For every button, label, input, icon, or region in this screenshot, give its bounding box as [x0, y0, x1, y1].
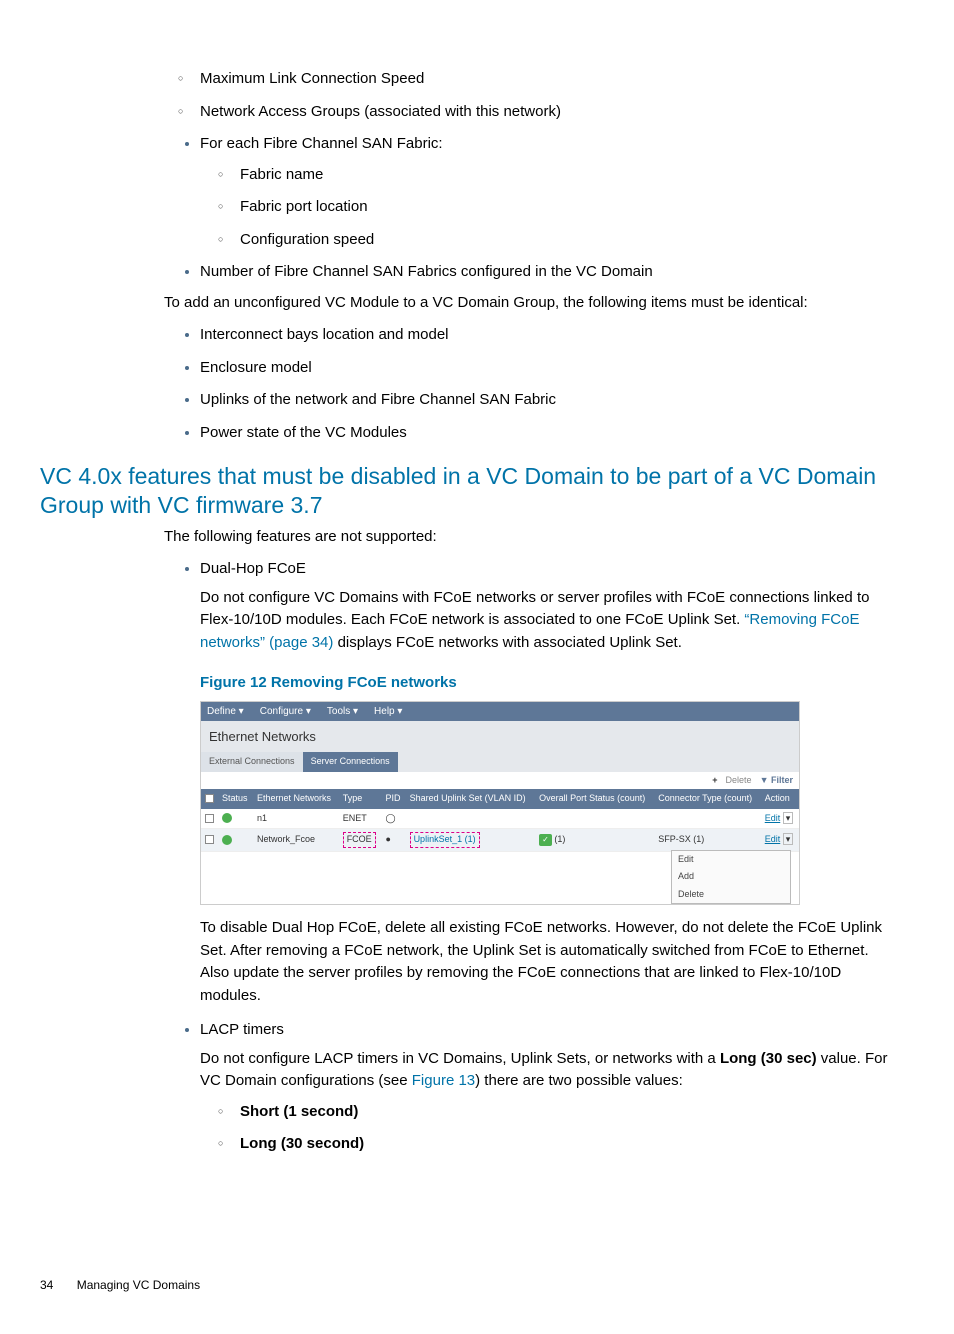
- cross-reference-link[interactable]: Figure 13: [412, 1072, 475, 1089]
- list-item: Uplinks of the network and Fibre Channel…: [200, 389, 894, 412]
- footer-title: Managing VC Domains: [77, 1278, 200, 1292]
- menu-item[interactable]: Delete: [672, 886, 790, 904]
- section-heading: VC 4.0x features that must be disabled i…: [40, 462, 894, 520]
- filter-button[interactable]: ▼ Filter: [760, 774, 793, 788]
- list-item: Interconnect bays location and model: [200, 324, 894, 347]
- identical-list: Interconnect bays location and model Enc…: [180, 324, 894, 444]
- menu-item[interactable]: Tools ▾: [327, 704, 358, 719]
- list-item: Fabric port location: [240, 196, 894, 219]
- tab-external-connections[interactable]: External Connections: [201, 752, 303, 772]
- list-item: Enclosure model: [200, 357, 894, 380]
- table-row: n1 ENET ◯ Edit ▾: [201, 809, 799, 829]
- context-menu: Edit Add Delete: [671, 850, 791, 905]
- top-bullets: Maximum Link Connection Speed Network Ac…: [180, 68, 894, 284]
- tab-server-connections[interactable]: Server Connections: [303, 752, 398, 772]
- figure-screenshot: Define ▾ Configure ▾ Tools ▾ Help ▾ Ethe…: [200, 701, 800, 906]
- edit-link[interactable]: Edit: [765, 813, 781, 823]
- paragraph: To disable Dual Hop FCoE, delete all exi…: [200, 917, 894, 1007]
- list-item: Number of Fibre Channel SAN Fabrics conf…: [200, 261, 894, 284]
- paragraph: The following features are not supported…: [164, 526, 894, 549]
- add-icon[interactable]: +: [712, 774, 717, 788]
- menu-item[interactable]: Help ▾: [374, 704, 402, 719]
- menu-item[interactable]: Add: [672, 868, 790, 886]
- status-ok-icon: [222, 835, 232, 845]
- page-footer: 34 Managing VC Domains: [40, 1276, 894, 1294]
- row-checkbox[interactable]: [205, 835, 214, 844]
- list-item: Network Access Groups (associated with t…: [200, 101, 894, 124]
- list-item: Configuration speed: [240, 229, 894, 252]
- list-item: Power state of the VC Modules: [200, 422, 894, 445]
- paragraph: To add an unconfigured VC Module to a VC…: [164, 292, 894, 315]
- list-item: Fabric name: [240, 164, 894, 187]
- feature-list: Dual-Hop FCoE Do not configure VC Domain…: [180, 558, 894, 654]
- delete-button[interactable]: Delete: [726, 774, 752, 788]
- checkbox-header[interactable]: [205, 794, 214, 803]
- page-number: 34: [40, 1278, 53, 1292]
- list-item: Maximum Link Connection Speed: [200, 68, 894, 91]
- figure-caption: Figure 12 Removing FCoE networks: [200, 672, 894, 695]
- list-item: Dual-Hop FCoE Do not configure VC Domain…: [200, 558, 894, 654]
- row-checkbox[interactable]: [205, 814, 214, 823]
- list-item: For each Fibre Channel SAN Fabric: Fabri…: [200, 133, 894, 251]
- menu-item[interactable]: Configure ▾: [260, 704, 311, 719]
- status-ok-icon: [222, 813, 232, 823]
- feature-list-cont: LACP timers Do not configure LACP timers…: [180, 1019, 894, 1156]
- figure-table: Status Ethernet Networks Type PID Shared…: [201, 789, 799, 852]
- list-item: LACP timers Do not configure LACP timers…: [200, 1019, 894, 1156]
- list-item: Long (30 second): [240, 1133, 894, 1156]
- figure-menubar: Define ▾ Configure ▾ Tools ▾ Help ▾: [201, 702, 799, 721]
- menu-item[interactable]: Define ▾: [207, 704, 244, 719]
- menu-item[interactable]: Edit: [672, 851, 790, 869]
- edit-link[interactable]: Edit: [765, 834, 781, 844]
- figure-title: Ethernet Networks: [201, 721, 799, 753]
- table-row: Network_Fcoe FCOE ● UplinkSet_1 (1) ✓ (1…: [201, 829, 799, 852]
- list-item: Short (1 second): [240, 1101, 894, 1124]
